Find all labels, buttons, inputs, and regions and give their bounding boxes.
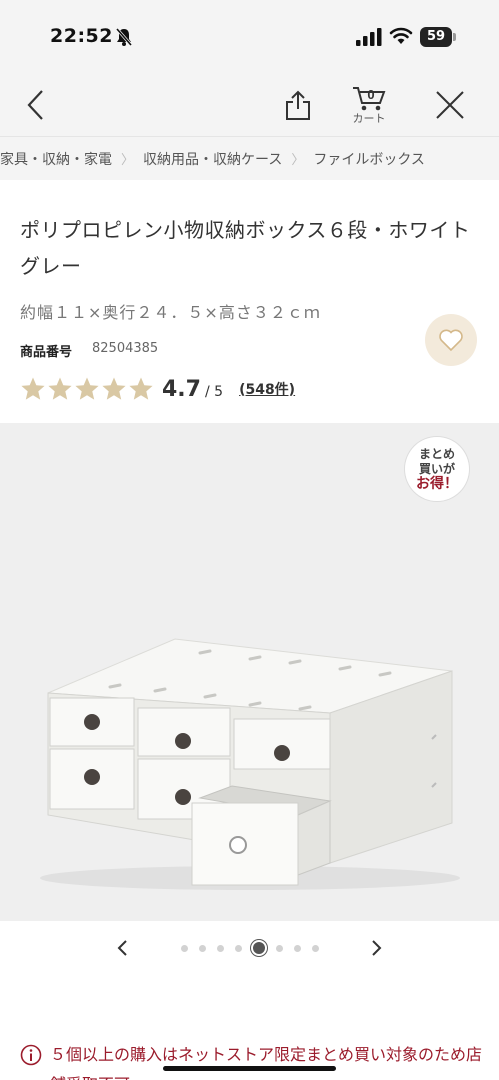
carousel-dot[interactable] (234, 944, 242, 952)
favorite-button[interactable] (425, 314, 477, 366)
rating-max: / 5 (204, 384, 224, 400)
carousel-dot[interactable] (216, 944, 224, 952)
product-size: 約幅１１×奥行２４．５×高さ３２ｃｍ (20, 303, 321, 322)
rating-score: 4.7 (162, 376, 201, 402)
badge-line-3: お得！ (416, 475, 458, 492)
home-indicator (163, 1066, 336, 1071)
chevron-right-icon: 〉 (291, 153, 305, 168)
breadcrumb-item[interactable]: 収納用品・収納ケース (143, 149, 282, 169)
heart-icon (439, 329, 463, 352)
back-button[interactable] (14, 74, 58, 136)
badge-line-2: 買いが (418, 461, 455, 476)
close-icon (436, 91, 464, 119)
carousel-dot[interactable] (275, 944, 283, 952)
wifi-icon (389, 27, 413, 44)
cart-count: 0 (367, 87, 374, 102)
carousel-dot[interactable] (180, 944, 188, 952)
notice-text: ５個以上の購入はネットストア限定まとめ買い対象のため店舗受取不可 (50, 1045, 483, 1080)
silent-bell-icon (115, 28, 133, 46)
chevron-right-icon (372, 940, 382, 956)
star-icon (75, 377, 99, 400)
rating: 4.7 / 5 (548件) (20, 376, 295, 402)
share-button[interactable] (276, 74, 320, 136)
battery-level: 59 (420, 27, 452, 47)
star-icon (129, 377, 153, 400)
star-icon (102, 377, 126, 400)
battery-icon: 59 (420, 27, 456, 47)
info-icon (20, 1044, 42, 1066)
next-image-button[interactable] (363, 934, 391, 962)
product-title: ポリプロピレン小物収納ボックス６段・ホワイトグレー (20, 218, 471, 278)
cart-label: カート (352, 112, 386, 125)
carousel-dot[interactable] (198, 944, 206, 952)
image-carousel-controls (0, 921, 499, 975)
close-button[interactable] (428, 74, 472, 136)
cart-icon: 0 (353, 87, 386, 111)
chevron-left-icon (27, 90, 43, 120)
review-count-link[interactable]: (548件) (239, 379, 295, 399)
bulk-discount-badge: まとめ 買いが お得！ (405, 437, 469, 501)
product-number-label: 商品番号 (20, 345, 73, 360)
breadcrumb-item[interactable]: 家具・収納・家電 (0, 149, 112, 169)
star-icon (21, 377, 45, 400)
carousel-dot[interactable] (311, 944, 319, 952)
share-icon (286, 90, 310, 120)
carousel-dot-active[interactable] (252, 942, 265, 954)
chevron-left-icon (117, 940, 127, 956)
prev-image-button[interactable] (108, 934, 136, 962)
product-number-value: 82504385 (92, 341, 159, 356)
signal-icon (356, 28, 382, 46)
status-time: 22:52 (50, 25, 113, 47)
badge-line-1: まとめ (418, 446, 455, 461)
carousel-dot[interactable] (293, 944, 301, 952)
breadcrumb: 家具・収納・家電 〉 収納用品・収納ケース 〉 ファイルボックス (0, 136, 499, 180)
chevron-right-icon: 〉 (121, 153, 135, 168)
status-bar: 22:52 59 (0, 0, 499, 74)
star-icon (48, 377, 72, 400)
breadcrumb-item[interactable]: ファイルボックス (313, 149, 425, 169)
cart-button[interactable]: 0 カート (346, 74, 392, 136)
product-number: 商品番号 82504385 (20, 341, 158, 360)
carousel-dots (180, 942, 319, 954)
star-rating (20, 376, 154, 402)
nav-bar: 0 カート (0, 74, 499, 136)
store-pickup-notice: ５個以上の購入はネットストア限定まとめ買い対象のため店舗受取不可 (20, 1040, 490, 1080)
